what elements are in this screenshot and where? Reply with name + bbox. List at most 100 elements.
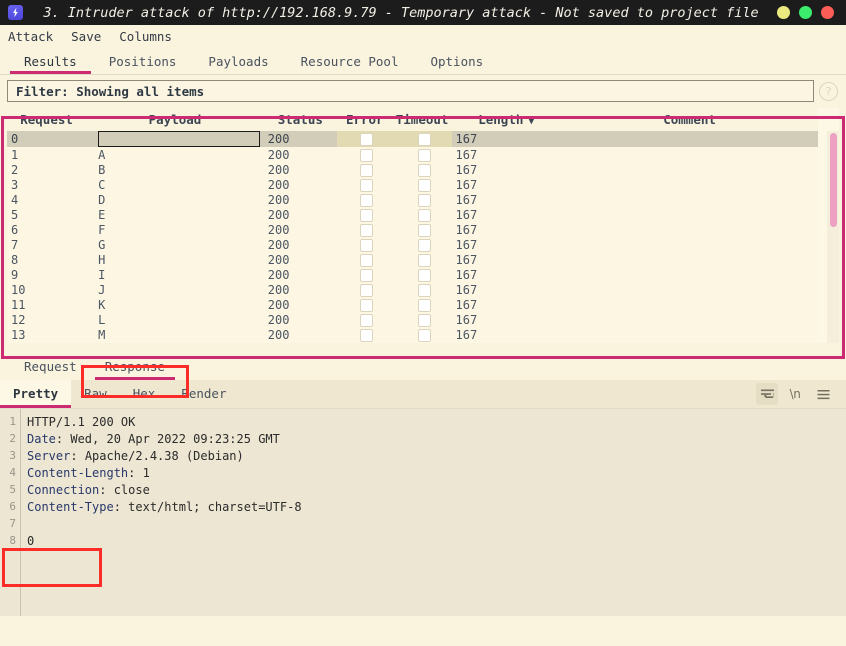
close-button[interactable] [821,6,834,19]
cell-payload[interactable]: K [86,297,264,312]
timeout-checkbox[interactable] [417,268,431,282]
error-checkbox[interactable] [360,148,374,162]
cell-payload[interactable]: L [86,312,264,327]
word-wrap-icon[interactable] [756,383,778,405]
question-mark-icon[interactable]: ? [819,81,838,101]
cell-payload[interactable]: J [86,282,264,297]
cell-error[interactable] [337,252,393,267]
table-row[interactable]: 13 M 200 167 [7,327,818,342]
tab-render[interactable]: Render [168,380,239,408]
cell-payload[interactable]: I [86,267,264,282]
cell-timeout[interactable] [393,267,452,282]
cell-timeout[interactable] [393,312,452,327]
cell-timeout[interactable] [393,297,452,312]
timeout-checkbox[interactable] [417,148,431,162]
table-row[interactable]: 10 J 200 167 [7,282,818,297]
cell-timeout[interactable] [393,162,452,177]
cell-comment[interactable] [561,282,818,297]
tab-request[interactable]: Request [10,359,91,380]
cell-timeout[interactable] [393,282,452,297]
table-row[interactable]: 7 G 200 167 [7,237,818,252]
maximize-button[interactable] [799,6,812,19]
cell-payload[interactable]: H [86,252,264,267]
cell-error[interactable] [337,177,393,192]
table-row[interactable]: 5 E 200 167 [7,207,818,222]
cell-comment[interactable] [561,297,818,312]
menu-columns[interactable]: Columns [119,29,172,44]
cell-comment[interactable] [561,222,818,237]
results-table-scrollbar-thumb[interactable] [830,133,837,227]
tab-response[interactable]: Response [91,359,179,380]
cell-comment[interactable] [561,327,818,342]
error-checkbox[interactable] [360,328,374,342]
response-body-pane[interactable]: 1 HTTP/1.1 200 OK 2 Date: Wed, 20 Apr 2022 … [0,409,846,616]
results-table-scrollbar[interactable] [827,131,839,343]
column-header-length[interactable]: Length ▼ [451,108,562,131]
cell-error[interactable] [337,222,393,237]
cell-payload[interactable] [86,131,264,147]
cell-payload[interactable]: D [86,192,264,207]
cell-error[interactable] [336,131,393,147]
column-header-payload[interactable]: Payload [86,108,264,131]
timeout-checkbox[interactable] [417,178,431,192]
cell-timeout[interactable] [393,207,452,222]
timeout-checkbox[interactable] [417,193,431,207]
cell-timeout[interactable] [393,222,452,237]
error-checkbox[interactable] [360,193,374,207]
cell-error[interactable] [337,297,393,312]
tab-raw[interactable]: Raw [71,380,120,408]
error-checkbox[interactable] [360,238,374,252]
cell-timeout[interactable] [393,192,452,207]
cell-comment[interactable] [561,312,818,327]
error-checkbox[interactable] [360,283,374,297]
error-checkbox[interactable] [360,208,374,222]
cell-timeout[interactable] [393,177,452,192]
cell-comment[interactable] [561,147,818,162]
column-header-timeout[interactable]: Timeout [392,108,452,131]
table-row[interactable]: 6 F 200 167 [7,222,818,237]
cell-error[interactable] [337,237,393,252]
tab-options[interactable]: Options [414,54,499,74]
cell-comment[interactable] [561,131,818,147]
tab-hex[interactable]: Hex [120,380,169,408]
cell-payload[interactable]: B [86,162,264,177]
table-row[interactable]: 11 K 200 167 [7,297,818,312]
cell-comment[interactable] [561,192,818,207]
table-row[interactable]: 2 B 200 167 [7,162,818,177]
cell-timeout[interactable] [393,237,452,252]
timeout-checkbox[interactable] [417,223,431,237]
error-checkbox[interactable] [360,298,374,312]
cell-error[interactable] [337,147,393,162]
cell-error[interactable] [337,162,393,177]
table-row[interactable]: 9 I 200 167 [7,267,818,282]
tab-resource-pool[interactable]: Resource Pool [285,54,415,74]
cell-error[interactable] [337,267,393,282]
minimize-button[interactable] [777,6,790,19]
cell-error[interactable] [337,312,393,327]
cell-error[interactable] [337,282,393,297]
cell-payload[interactable]: E [86,207,264,222]
cell-comment[interactable] [561,207,818,222]
column-header-comment[interactable]: Comment [561,108,818,131]
tab-results[interactable]: Results [8,54,93,74]
table-row[interactable]: 12 L 200 167 [7,312,818,327]
timeout-checkbox[interactable] [417,328,431,342]
table-row[interactable]: 0 200 167 [7,131,818,147]
cell-timeout[interactable] [393,327,452,342]
cell-error[interactable] [337,207,393,222]
menu-icon[interactable] [812,383,834,405]
cell-timeout[interactable] [392,131,452,147]
error-checkbox[interactable] [360,313,374,327]
table-row[interactable]: 3 C 200 167 [7,177,818,192]
error-checkbox[interactable] [360,253,374,267]
cell-error[interactable] [337,327,393,342]
timeout-checkbox[interactable] [417,133,431,146]
cell-payload[interactable]: A [86,147,264,162]
payload-edit-field[interactable] [98,131,260,147]
tab-pretty[interactable]: Pretty [0,380,72,408]
error-checkbox[interactable] [360,223,374,237]
timeout-checkbox[interactable] [417,283,431,297]
tab-positions[interactable]: Positions [93,54,193,74]
timeout-checkbox[interactable] [417,163,431,177]
cell-payload[interactable]: M [86,327,264,342]
